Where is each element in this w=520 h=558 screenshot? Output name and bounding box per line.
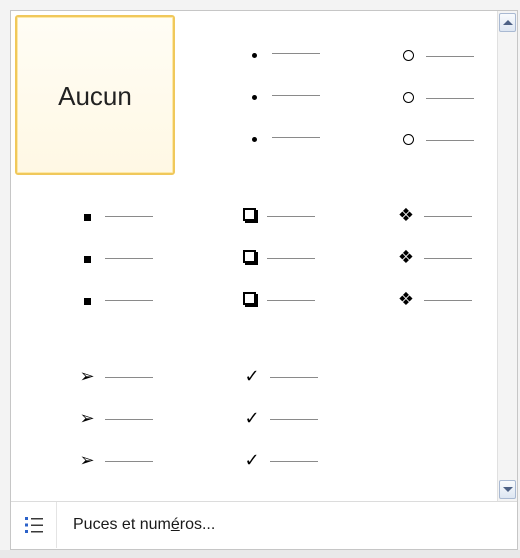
filled-square-bullet-icon xyxy=(75,289,99,311)
bullet-option-circle[interactable] xyxy=(334,15,494,175)
filled-dot-bullet-icon xyxy=(242,84,266,106)
arrowhead-bullet-icon: ➢ xyxy=(79,408,95,429)
four-diamond-bullet-icon: ❖ xyxy=(397,247,415,268)
four-diamond-bullet-icon: ❖ xyxy=(397,205,415,226)
filled-dot-bullet-icon xyxy=(242,126,266,148)
filled-square-bullet-icon xyxy=(75,205,99,227)
hollow-circle-bullet-icon xyxy=(396,87,420,109)
scroll-down-button[interactable] xyxy=(499,480,516,499)
bullet-option-box[interactable] xyxy=(174,176,334,336)
bullet-option-diamond[interactable]: ❖ ❖ ❖ xyxy=(334,176,494,336)
filled-square-bullet-icon xyxy=(75,247,99,269)
bullets-and-numbering-menu-item[interactable]: Puces et numéros... xyxy=(11,502,517,548)
bullet-option-dot[interactable] xyxy=(174,15,334,175)
shadowed-box-bullet-icon xyxy=(237,247,261,269)
checkmark-bullet-icon: ✓ xyxy=(244,366,260,387)
arrow-down-icon xyxy=(502,487,513,492)
arrowhead-bullet-icon: ➢ xyxy=(79,366,95,387)
bullet-library-dropdown: Aucun ❖ ❖ ❖ ➢ ➢ ➢ ✓ ✓ ✓ Puces et numéros… xyxy=(10,10,518,550)
bullet-library-grid: Aucun ❖ ❖ ❖ ➢ ➢ ➢ ✓ ✓ ✓ xyxy=(11,11,498,501)
checkmark-bullet-icon: ✓ xyxy=(244,408,260,429)
scroll-up-button[interactable] xyxy=(499,13,516,32)
bullet-option-none[interactable]: Aucun xyxy=(15,15,175,175)
bottom-edge xyxy=(0,550,520,558)
footer-section: Puces et numéros... xyxy=(11,501,517,549)
bullet-none-label: Aucun xyxy=(58,81,132,111)
arrow-up-icon xyxy=(502,20,513,25)
bullets-and-numbering-label: Puces et numéros... xyxy=(73,516,216,533)
bullet-option-square[interactable] xyxy=(15,176,175,336)
filled-dot-bullet-icon xyxy=(242,42,266,64)
four-diamond-bullet-icon: ❖ xyxy=(397,289,415,310)
hollow-circle-bullet-icon xyxy=(396,129,420,151)
vertical-scrollbar[interactable] xyxy=(497,11,517,501)
bullet-list-icon xyxy=(24,517,43,533)
shadowed-box-bullet-icon xyxy=(237,289,261,311)
shadowed-box-bullet-icon xyxy=(237,205,261,227)
bullet-option-checkmark[interactable]: ✓ ✓ ✓ xyxy=(174,337,334,497)
bullet-option-arrowhead[interactable]: ➢ ➢ ➢ xyxy=(15,337,175,497)
arrowhead-bullet-icon: ➢ xyxy=(79,450,95,471)
checkmark-bullet-icon: ✓ xyxy=(244,450,260,471)
hollow-circle-bullet-icon xyxy=(396,45,420,67)
